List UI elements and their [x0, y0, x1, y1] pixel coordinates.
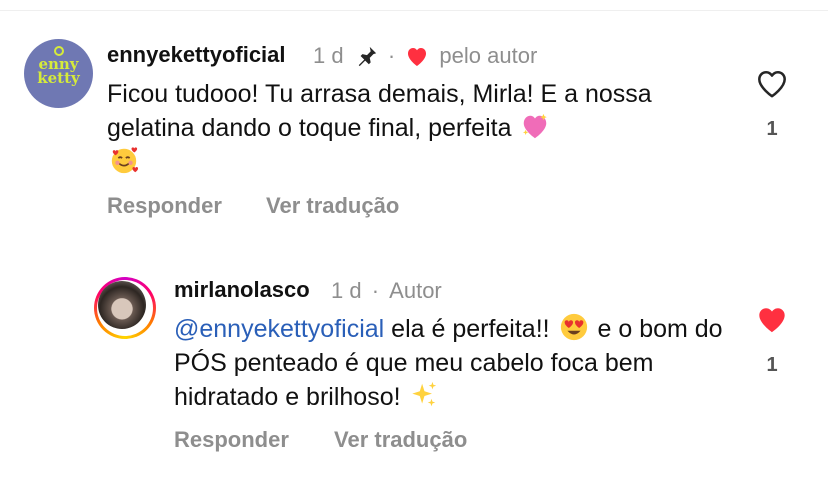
heart-eyes-emoji-icon [560, 313, 587, 341]
avatar-mirlanolasco[interactable] [94, 277, 156, 339]
profile-photo [98, 281, 146, 329]
pin-icon [356, 45, 378, 67]
like-button[interactable] [755, 68, 789, 104]
like-count: 1 [766, 118, 778, 140]
reply-text-part1: ela é perfeita!! [384, 315, 557, 343]
reply-reply-button[interactable]: Responder [174, 427, 289, 453]
avatar-logo: enny ketty [37, 55, 80, 87]
translate-button[interactable]: Ver tradução [266, 193, 399, 219]
liked-by-author-label: pelo autor [439, 43, 538, 69]
reply-meta: 1 d · Autor [331, 277, 442, 304]
reply-like-count: 1 [766, 354, 778, 376]
sparkling-heart-emoji-icon [523, 113, 548, 139]
meta-separator: · [371, 278, 380, 304]
reply-text: @ennyekettyoficial ela é perfeita!! e o … [174, 312, 734, 414]
comment-username[interactable]: ennyekettyoficial [107, 42, 286, 68]
comment-meta: 1 d · pelo autor [313, 42, 537, 69]
smiling-face-with-hearts-emoji-icon [111, 147, 139, 174]
reply-button[interactable]: Responder [107, 193, 222, 219]
reply-username[interactable]: mirlanolasco [174, 277, 310, 303]
reply-like-button[interactable] [755, 304, 789, 340]
avatar-ennyekettyoficial[interactable]: enny ketty [24, 39, 93, 108]
comment-text: Ficou tudooo! Tu arrasa demais, Mirla! E… [107, 77, 727, 179]
top-divider [0, 10, 828, 11]
reply-translate-button[interactable]: Ver tradução [334, 427, 467, 453]
liked-by-author-heart-icon [405, 45, 429, 67]
meta-separator: · [387, 43, 396, 69]
reply-time: 1 d [331, 278, 362, 304]
comment-text-body: Ficou tudooo! Tu arrasa demais, Mirla! E… [107, 80, 652, 142]
comment-time: 1 d [313, 43, 344, 69]
heart-filled-icon [759, 308, 785, 333]
mention-link[interactable]: @ennyekettyoficial [174, 315, 384, 343]
sparkles-emoji-icon [412, 381, 437, 407]
author-badge: Autor [389, 278, 442, 304]
heart-outline-icon [758, 70, 786, 98]
